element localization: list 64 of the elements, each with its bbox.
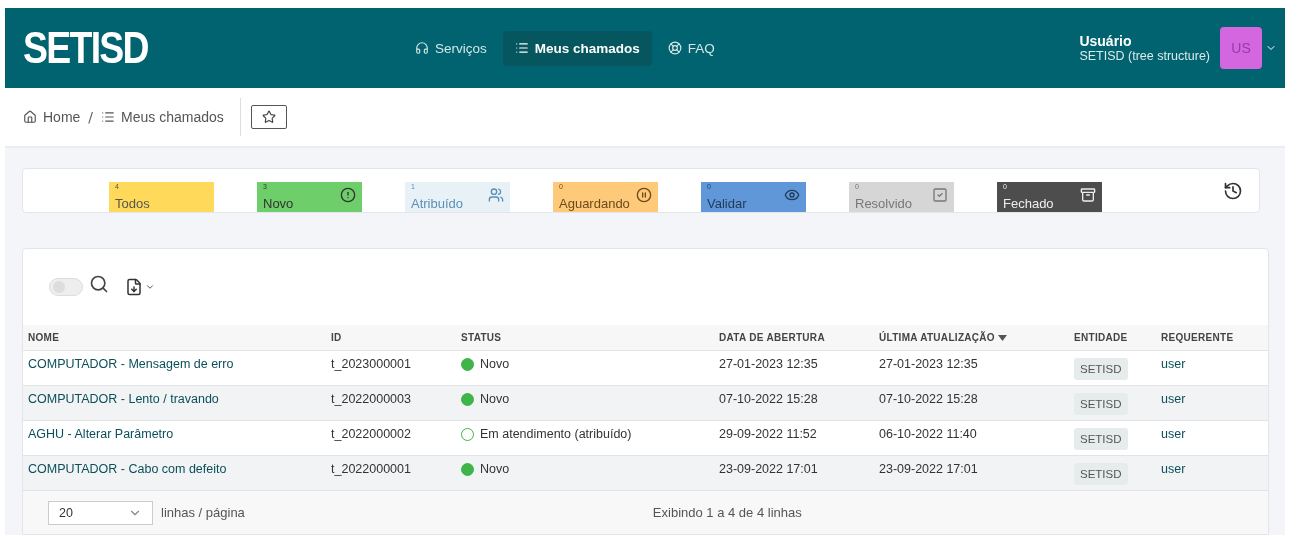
pagination-summary: Exibindo 1 a 4 de 4 linhas	[652, 505, 802, 520]
column-header[interactable]: DATA DE ABERTURA	[714, 325, 874, 351]
status-text: Novo	[480, 462, 510, 476]
list-icon	[101, 110, 116, 124]
breadcrumb-link[interactable]: Home	[23, 109, 81, 125]
caret-icon	[145, 282, 155, 292]
search-icon[interactable]	[89, 274, 109, 294]
updated-date: 06-10-2022 11:40	[879, 427, 977, 441]
search-toggle[interactable]	[49, 278, 83, 296]
opened-date: 29-09-2022 11:52	[719, 427, 817, 441]
favorite-button[interactable]	[250, 105, 287, 129]
ticket-name-link[interactable]: COMPUTADOR - Mensagem de erro	[28, 357, 234, 371]
lifebuoy-icon	[667, 41, 682, 55]
logo: SETISD	[23, 23, 149, 73]
list-icon	[514, 41, 529, 55]
updated-date: 23-09-2022 17:01	[879, 462, 978, 476]
page-size-label: linhas / página	[161, 505, 245, 520]
entity-tag: SETISD	[1074, 428, 1128, 450]
ticket-id: t_2022000001	[331, 462, 411, 476]
page-size-select[interactable]: 20	[48, 500, 153, 525]
nav-link[interactable]: Serviços	[403, 30, 499, 66]
export-button[interactable]	[125, 278, 155, 296]
pause-icon	[636, 186, 652, 203]
breadcrumb-separator: /	[88, 109, 94, 125]
requester: user	[1161, 427, 1186, 441]
opened-date: 23-09-2022 17:01	[719, 462, 818, 476]
ticket-id: t_2022000002	[331, 427, 411, 441]
status-text: Novo	[480, 357, 510, 371]
status-text: Em atendimento (atribuído)	[480, 427, 632, 441]
opened-date: 27-01-2023 12:35	[719, 357, 818, 371]
ticket-id: t_2022000003	[331, 392, 411, 406]
requester: user	[1161, 357, 1186, 371]
history-button[interactable]	[1223, 181, 1243, 201]
star-icon	[261, 110, 276, 124]
column-header[interactable]: STATUS	[456, 325, 714, 351]
checkbox-icon	[932, 186, 948, 203]
ticket-name-link[interactable]: AGHU - Alterar Parâmetro	[28, 427, 174, 441]
updated-date: 27-01-2023 12:35	[879, 357, 978, 371]
column-header[interactable]: NOME	[23, 325, 326, 351]
file-download-icon	[125, 278, 143, 296]
headset-icon	[415, 41, 429, 55]
entity-tag: SETISD	[1074, 393, 1128, 415]
user-entity: SETISD (tree structure)	[1079, 49, 1210, 63]
nav-link[interactable]: Meus chamados	[502, 30, 652, 66]
breadcrumb-link[interactable]: Meus chamados	[101, 109, 224, 125]
opened-date: 07-10-2022 15:28	[719, 392, 818, 406]
archive-icon	[1080, 186, 1096, 203]
nav-link[interactable]: FAQ	[655, 30, 727, 66]
entity-tag: SETISD	[1074, 463, 1128, 485]
home-icon	[23, 110, 37, 124]
entity-tag: SETISD	[1074, 358, 1128, 380]
ticket-id: t_2023000001	[331, 357, 411, 371]
requester: user	[1161, 462, 1186, 476]
column-header[interactable]: REQUERENTE	[1156, 325, 1268, 351]
people-icon	[488, 186, 504, 203]
alert-icon	[340, 186, 356, 203]
column-header[interactable]: ENTIDADE	[1069, 325, 1156, 351]
updated-date: 07-10-2022 15:28	[879, 392, 978, 406]
column-header[interactable]: ÚLTIMA ATUALIZAÇÃO	[874, 325, 1069, 351]
column-header[interactable]: ID	[326, 325, 456, 351]
requester: user	[1161, 392, 1186, 406]
sort-icon	[997, 334, 1007, 341]
status-text: Novo	[480, 392, 510, 406]
user-name: Usuário	[1079, 33, 1133, 49]
